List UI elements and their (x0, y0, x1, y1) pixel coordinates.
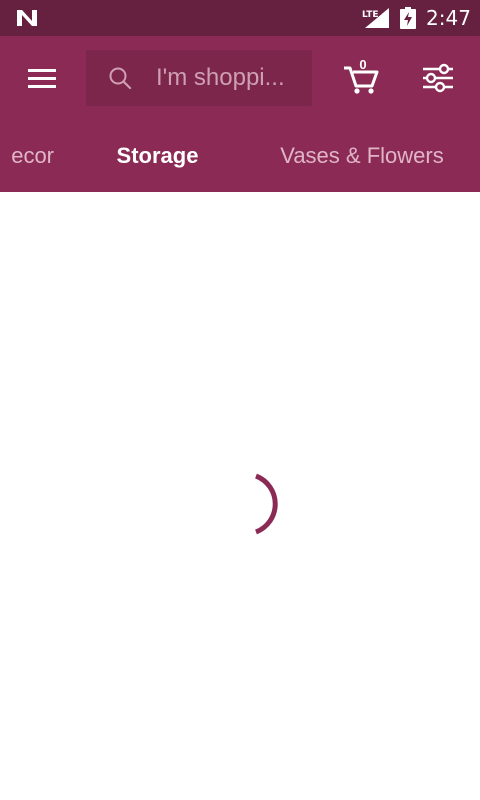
status-bar: LTE 2:47 (0, 0, 480, 36)
app-bar: 0 ecor Storage Vases & Flowers (0, 36, 480, 276)
menu-icon[interactable] (22, 62, 62, 94)
cart-count-badge: 0 (359, 57, 367, 72)
category-tabs: ecor Storage Vases & Flowers (0, 120, 480, 276)
status-time: 2:47 (426, 6, 471, 30)
loading-spinner (254, 473, 278, 535)
search-input[interactable] (156, 60, 302, 96)
search-icon (109, 67, 132, 90)
tab-vases-flowers[interactable]: Vases & Flowers (262, 120, 462, 192)
lte-signal-icon: LTE (362, 8, 389, 28)
tab-decor[interactable]: ecor (0, 120, 54, 192)
active-tab-indicator (78, 270, 237, 276)
network-label: LTE (362, 10, 379, 20)
battery-charging-icon (400, 7, 416, 29)
android-n-icon (17, 10, 37, 26)
search-box[interactable] (86, 50, 312, 106)
filter-icon[interactable] (420, 62, 456, 94)
tab-storage[interactable]: Storage (78, 120, 237, 192)
